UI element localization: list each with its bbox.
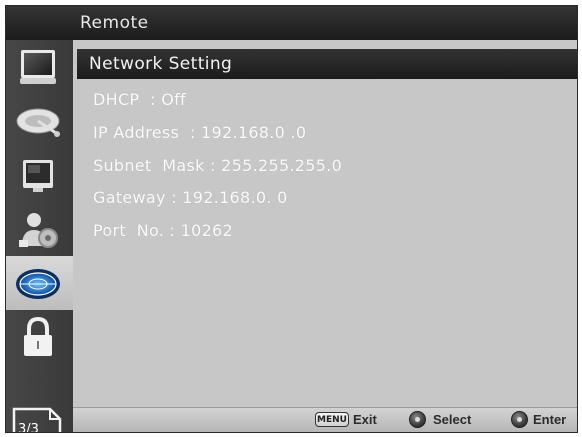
setting-ip-address[interactable]: IP Address : 192.168.0 .0 <box>93 123 306 142</box>
user-settings-icon <box>19 213 58 248</box>
setting-gateway[interactable]: Gateway : 192.168.0. 0 <box>93 188 288 207</box>
sidebar-item-remote[interactable] <box>6 256 73 310</box>
select-button-icon <box>409 411 426 428</box>
enter-label: Enter <box>533 412 567 427</box>
remote-network-icon <box>16 269 60 299</box>
page-title: Remote <box>80 13 149 33</box>
sidebar-item-lock[interactable] <box>6 310 73 364</box>
title-bar: Remote <box>6 6 577 40</box>
page-indicator: 3/3 <box>6 401 73 433</box>
monitor-icon <box>20 50 56 84</box>
footer-enter: Enter <box>511 411 577 429</box>
main-content: Network Setting DHCP : Off IP Address : … <box>73 40 577 408</box>
sidebar-item-display[interactable] <box>6 148 73 202</box>
page-document-icon <box>12 407 62 432</box>
sidebar-item-picture[interactable] <box>6 40 73 94</box>
setting-dhcp[interactable]: DHCP : Off <box>93 90 186 109</box>
footer-select: Select <box>409 411 499 429</box>
display-screen-icon <box>23 160 53 192</box>
page-number: 3/3 <box>18 422 39 433</box>
menu-key-icon: MENU <box>315 412 349 427</box>
section-header[interactable]: Network Setting <box>77 49 577 79</box>
footer-bar: MENU Exit Select Enter <box>73 407 577 432</box>
section-title: Network Setting <box>89 54 233 74</box>
setting-port[interactable]: Port No. : 10262 <box>93 221 233 240</box>
setting-subnet-mask[interactable]: Subnet Mask : 255.255.255.0 <box>93 156 342 175</box>
sidebar-item-antenna[interactable] <box>6 94 73 148</box>
footer-exit: MENU Exit <box>315 411 395 429</box>
satellite-dish-icon <box>16 108 60 137</box>
sidebar: 3/3 <box>6 40 73 432</box>
sidebar-item-user[interactable] <box>6 202 73 256</box>
osd-menu-window: Remote 3/3 Network Setting DHCP: Off IP… <box>5 5 578 433</box>
exit-label: Exit <box>353 412 377 427</box>
select-label: Select <box>433 412 472 427</box>
lock-icon <box>24 316 52 356</box>
enter-button-icon <box>511 411 528 428</box>
